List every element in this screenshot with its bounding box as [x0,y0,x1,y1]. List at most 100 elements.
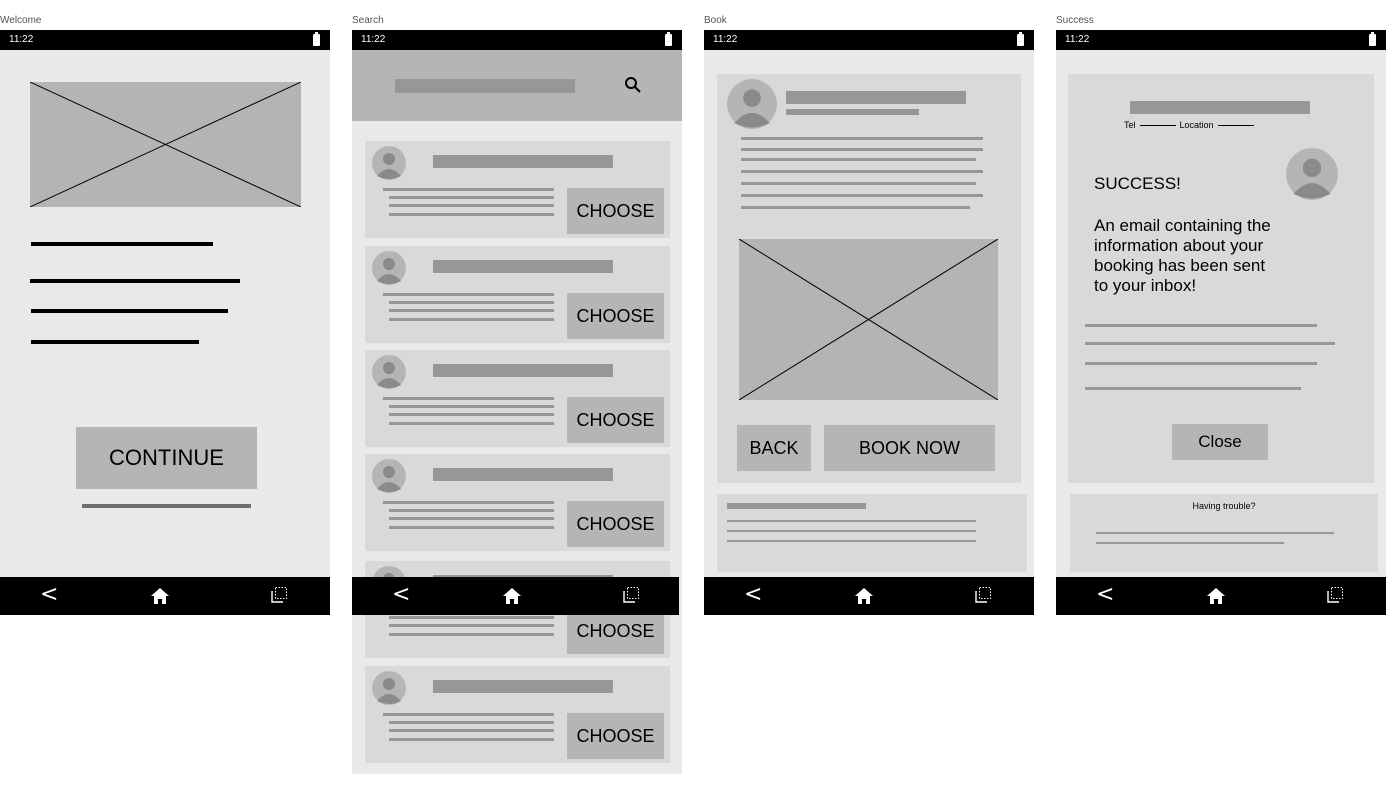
text-placeholder-line [1096,542,1284,544]
result-card[interactable]: CHOOSE [365,141,670,238]
location-label: Location [1179,120,1214,130]
home-icon[interactable] [150,586,170,606]
text-placeholder-line [389,422,554,425]
result-title-placeholder [433,260,613,273]
search-input[interactable] [395,79,575,93]
nav-bar: < [704,577,1034,615]
recents-icon[interactable] [623,587,639,603]
subtitle-placeholder [786,109,919,115]
nav-bar: < [0,577,330,615]
text-placeholder-line [741,170,983,173]
status-time: 11:22 [361,34,386,45]
title-placeholder [786,91,966,104]
text-placeholder-line [383,293,554,296]
battery-icon [1017,32,1024,46]
help-panel: Having trouble? [1070,494,1378,572]
status-time: 11:22 [9,34,34,45]
divider [1139,124,1176,126]
frame-label-search: Search [352,15,384,26]
text-placeholder-line [389,738,554,741]
text-placeholder-line [741,206,970,209]
avatar-icon [1286,148,1338,200]
text-placeholder-line [727,520,976,522]
avatar-icon [372,459,406,493]
avatar-icon [372,355,406,389]
home-icon[interactable] [502,586,522,606]
result-card[interactable]: CHOOSE [365,454,670,551]
success-panel: Tel Location SUCCESS! An email containin… [1068,74,1374,483]
chevron-left-icon[interactable]: < [40,584,58,606]
status-bar: 11:22 [352,30,682,50]
recents-icon[interactable] [975,587,991,603]
home-icon[interactable] [1206,586,1226,606]
chevron-left-icon[interactable]: < [744,584,762,606]
title-placeholder [1130,101,1310,114]
text-placeholder-line [30,279,240,283]
result-card[interactable]: CHOOSE [365,246,670,343]
tel-label: Tel [1124,120,1136,130]
text-placeholder-line [31,309,228,313]
status-bar: 11:22 [1056,30,1386,50]
recents-icon[interactable] [271,587,287,603]
message-line: to your inbox! [1094,276,1197,295]
text-placeholder-line [741,182,976,185]
text-placeholder-line [383,397,554,400]
message-line: An email containing the [1094,216,1271,235]
text-placeholder-line [1085,324,1317,327]
choose-button[interactable]: CHOOSE [567,501,664,547]
success-message: An email containing the information abou… [1094,216,1271,296]
text-placeholder-line [389,729,554,732]
message-line: booking has been sent [1094,256,1266,275]
search-header [352,50,682,121]
text-placeholder-line [1085,387,1301,390]
choose-button[interactable]: CHOOSE [567,188,664,234]
text-placeholder-line [383,188,554,191]
text-placeholder-line [1085,362,1317,365]
hero-image-placeholder [30,82,301,207]
text-placeholder-line [383,501,554,504]
result-title-placeholder [433,468,613,481]
avatar-icon [372,671,406,705]
choose-button[interactable]: CHOOSE [567,397,664,443]
text-placeholder-line [741,158,976,161]
text-placeholder-line [389,309,554,312]
text-placeholder-line [389,213,554,216]
search-icon[interactable] [624,76,642,94]
link-placeholder-line[interactable] [82,504,251,508]
welcome-screen: 11:22 CONTINUE < [0,30,330,615]
text-placeholder-line [389,633,554,636]
status-time: 11:22 [1065,34,1090,45]
result-title-placeholder [433,364,613,377]
recents-icon[interactable] [1327,587,1343,603]
choose-button[interactable]: CHOOSE [567,713,664,759]
search-screen: 11:22 CHOOSE CHOOSE CHOOSE CHOOSE CHOOSE… [352,30,682,774]
text-placeholder-line [389,318,554,321]
having-trouble-text[interactable]: Having trouble? [1070,501,1378,511]
nav-bar: < [352,577,679,615]
contact-row: Tel Location [1124,118,1324,132]
chevron-left-icon[interactable]: < [1096,584,1114,606]
text-placeholder-line [741,137,983,140]
back-button[interactable]: BACK [737,425,811,471]
text-placeholder-line [389,301,554,304]
close-button[interactable]: Close [1172,424,1268,460]
frame-label-welcome: Welcome [0,15,42,26]
message-line: information about your [1094,236,1264,255]
success-heading: SUCCESS! [1094,174,1181,193]
choose-button[interactable]: CHOOSE [567,293,664,339]
result-card[interactable]: CHOOSE [365,666,670,763]
battery-icon [313,32,320,46]
frame-label-success: Success [1056,15,1094,26]
chevron-left-icon[interactable]: < [392,584,410,606]
text-placeholder-line [389,405,554,408]
book-now-button[interactable]: BOOK NOW [824,425,995,471]
avatar-icon [372,251,406,285]
home-icon[interactable] [854,586,874,606]
text-placeholder-line [389,204,554,207]
frame-label-book: Book [704,15,727,26]
text-placeholder-line [389,526,554,529]
result-card[interactable]: CHOOSE [365,350,670,447]
text-placeholder-line [31,242,213,246]
image-placeholder [739,239,998,400]
continue-button[interactable]: CONTINUE [76,427,257,489]
